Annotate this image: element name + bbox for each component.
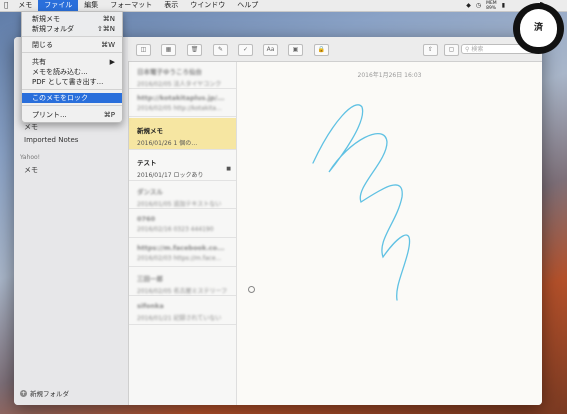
- trash-icon[interactable]: 🗑: [187, 44, 202, 56]
- menu-item-label: 新規フォルダ: [32, 25, 74, 33]
- battery-icon[interactable]: ▮: [502, 2, 505, 9]
- clock-icon[interactable]: ◷: [476, 2, 481, 9]
- menu-view[interactable]: 表示: [158, 0, 184, 11]
- note-title: http://kotakitaplus.jp/...: [137, 94, 225, 102]
- plus-icon: +: [20, 389, 27, 397]
- sidebar-item-yahoo-notes[interactable]: メモ: [24, 165, 38, 175]
- menu-item-print[interactable]: プリント... ⌘P: [22, 110, 122, 120]
- list-item[interactable]: sifonka 2016/01/21 記録されていない: [129, 298, 236, 325]
- note-subtitle: 2016/02/16 0323 444190: [137, 226, 214, 233]
- status-tray: ◆ ◷ MEM 89% ▮: [466, 0, 505, 11]
- window-icon[interactable]: ▢: [444, 44, 459, 56]
- sidebar-group-yahoo: Yahoo!: [20, 154, 41, 161]
- menu-separator: [22, 36, 122, 37]
- menu-file[interactable]: ファイル: [38, 0, 79, 11]
- badge-apple-icon: 済: [520, 9, 557, 47]
- note-subtitle: 2016/02/05 法人タイヤコンク: [137, 81, 222, 88]
- grid-view-icon[interactable]: ▦: [161, 44, 176, 56]
- search-placeholder: 検索: [471, 46, 484, 53]
- menu-item-label: 共有: [32, 58, 46, 66]
- menu-item-label: 閉じる: [32, 41, 53, 49]
- menu-item-label: プリント...: [32, 111, 67, 119]
- list-item[interactable]: テスト 2016/01/17 ロックあり ■: [129, 151, 236, 181]
- note-editor[interactable]: 2016年1月26日 16:03: [237, 62, 542, 405]
- drawing-cursor: [248, 286, 255, 293]
- new-folder-label: 新規フォルダ: [30, 390, 69, 398]
- menu-item-lock-note[interactable]: このメモをロック: [22, 93, 122, 103]
- menu-format[interactable]: フォーマット: [104, 0, 158, 11]
- note-title: https://m.facebook.co...: [137, 244, 225, 252]
- sidebar-item-imported-notes[interactable]: Imported Notes: [24, 136, 78, 144]
- apple-logo-badge: 済: [513, 2, 564, 54]
- list-item[interactable]: ダンスル 2016/01/05 追加テキストない: [129, 182, 236, 209]
- note-title: ダンスル: [137, 188, 163, 196]
- sketch-drawing: [312, 104, 411, 301]
- note-subtitle: 2016/02/05 名古屋ミステリーフ: [137, 288, 228, 295]
- shortcut-label: ⌘W: [101, 41, 115, 49]
- list-item[interactable]: 日本電子ゆうころ仙台 2016/02/05 法人タイヤコンク: [129, 62, 236, 89]
- shortcut-label: ⌘N: [102, 15, 115, 23]
- note-subtitle: 2016/01/21 記録されていない: [137, 315, 222, 322]
- menu-item-label: PDF として書き出す...: [32, 78, 104, 86]
- menu-item-share[interactable]: 共有 ▶: [22, 57, 122, 67]
- apple-menu-icon[interactable]: : [0, 0, 12, 11]
- menu-item-label: このメモをロック: [32, 94, 88, 102]
- note-subtitle: 2016/01/05 追加テキストない: [137, 201, 222, 208]
- note-title: 0760: [137, 215, 156, 223]
- dropbox-icon[interactable]: ◆: [466, 2, 471, 9]
- menu-separator: [22, 89, 122, 90]
- note-subtitle: 2016/02/03 https://m.face...: [137, 255, 222, 262]
- new-folder-button[interactable]: + 新規フォルダ: [20, 388, 69, 398]
- badge-text: 済: [533, 23, 543, 33]
- file-menu-dropdown: 新規メモ ⌘N 新規フォルダ ⇧⌘N 閉じる ⌘W 共有 ▶ メモを読み込む..…: [21, 11, 123, 123]
- battery-percent: 89%: [486, 5, 497, 11]
- photo-icon[interactable]: ▣: [288, 44, 303, 56]
- sidebar-item-notes[interactable]: メモ: [24, 122, 38, 132]
- toolbar: ◫ ▦ 🗑 ✎ ✓ Aa ▣ 🔒 ⇧ ▢ ⚲ 検索: [128, 37, 542, 62]
- submenu-arrow-icon: ▶: [109, 58, 115, 66]
- list-item[interactable]: 三田一郎 2016/02/05 名古屋ミステリーフ: [129, 269, 236, 296]
- compose-icon[interactable]: ✎: [213, 44, 228, 56]
- menu-separator: [22, 52, 122, 53]
- menu-item-close[interactable]: 閉じる ⌘W: [22, 40, 122, 50]
- list-item[interactable]: 0760 2016/02/16 0323 444190: [129, 211, 236, 238]
- sidebar-toggle-icon[interactable]: ◫: [136, 44, 151, 56]
- lock-icon[interactable]: 🔒: [314, 44, 329, 56]
- note-subtitle: 2016/01/17 ロックあり: [137, 172, 204, 179]
- note-title: 日本電子ゆうころ仙台: [137, 68, 202, 76]
- note-title: 三田一郎: [137, 275, 163, 283]
- note-subtitle: 2016/01/26 1 個の…: [137, 140, 198, 147]
- note-title: 新規メモ: [137, 127, 163, 135]
- menu-item-label: 新規メモ: [32, 15, 60, 23]
- search-icon: ⚲: [465, 46, 470, 53]
- lock-icon: ■: [226, 166, 231, 172]
- text-style-icon[interactable]: Aa: [263, 44, 278, 56]
- menu-help[interactable]: ヘルプ: [231, 0, 264, 11]
- menu-window[interactable]: ウインドウ: [184, 0, 231, 11]
- checklist-icon[interactable]: ✓: [238, 44, 253, 56]
- menu-item-label: メモを読み込む...: [32, 68, 88, 76]
- menu-item-new-folder[interactable]: 新規フォルダ ⇧⌘N: [22, 24, 122, 34]
- menu-edit[interactable]: 編集: [78, 0, 104, 11]
- note-title: テスト: [137, 159, 157, 167]
- battery-status[interactable]: MEM 89%: [486, 1, 497, 11]
- list-item[interactable]: https://m.facebook.co... 2016/02/03 http…: [129, 240, 236, 267]
- menu-item-import-notes[interactable]: メモを読み込む...: [22, 67, 122, 77]
- note-title: sifonka: [137, 302, 164, 310]
- menu-notes[interactable]: メモ: [12, 0, 38, 11]
- note-list: 日本電子ゆうころ仙台 2016/02/05 法人タイヤコンク http://ko…: [129, 62, 237, 405]
- list-item-selected[interactable]: 新規メモ 2016/01/26 1 個の…: [129, 118, 236, 150]
- menu-item-export-pdf[interactable]: PDF として書き出す...: [22, 77, 122, 87]
- shortcut-label: ⇧⌘N: [96, 25, 115, 33]
- list-item[interactable]: http://kotakitaplus.jp/... 2016/02/05 ht…: [129, 90, 236, 117]
- menu-item-new-note[interactable]: 新規メモ ⌘N: [22, 14, 122, 24]
- menu-separator: [22, 105, 122, 106]
- note-subtitle: 2016/02/05 http://kotakita...: [137, 105, 222, 112]
- shortcut-label: ⌘P: [103, 111, 115, 119]
- share-icon[interactable]: ⇧: [423, 44, 438, 56]
